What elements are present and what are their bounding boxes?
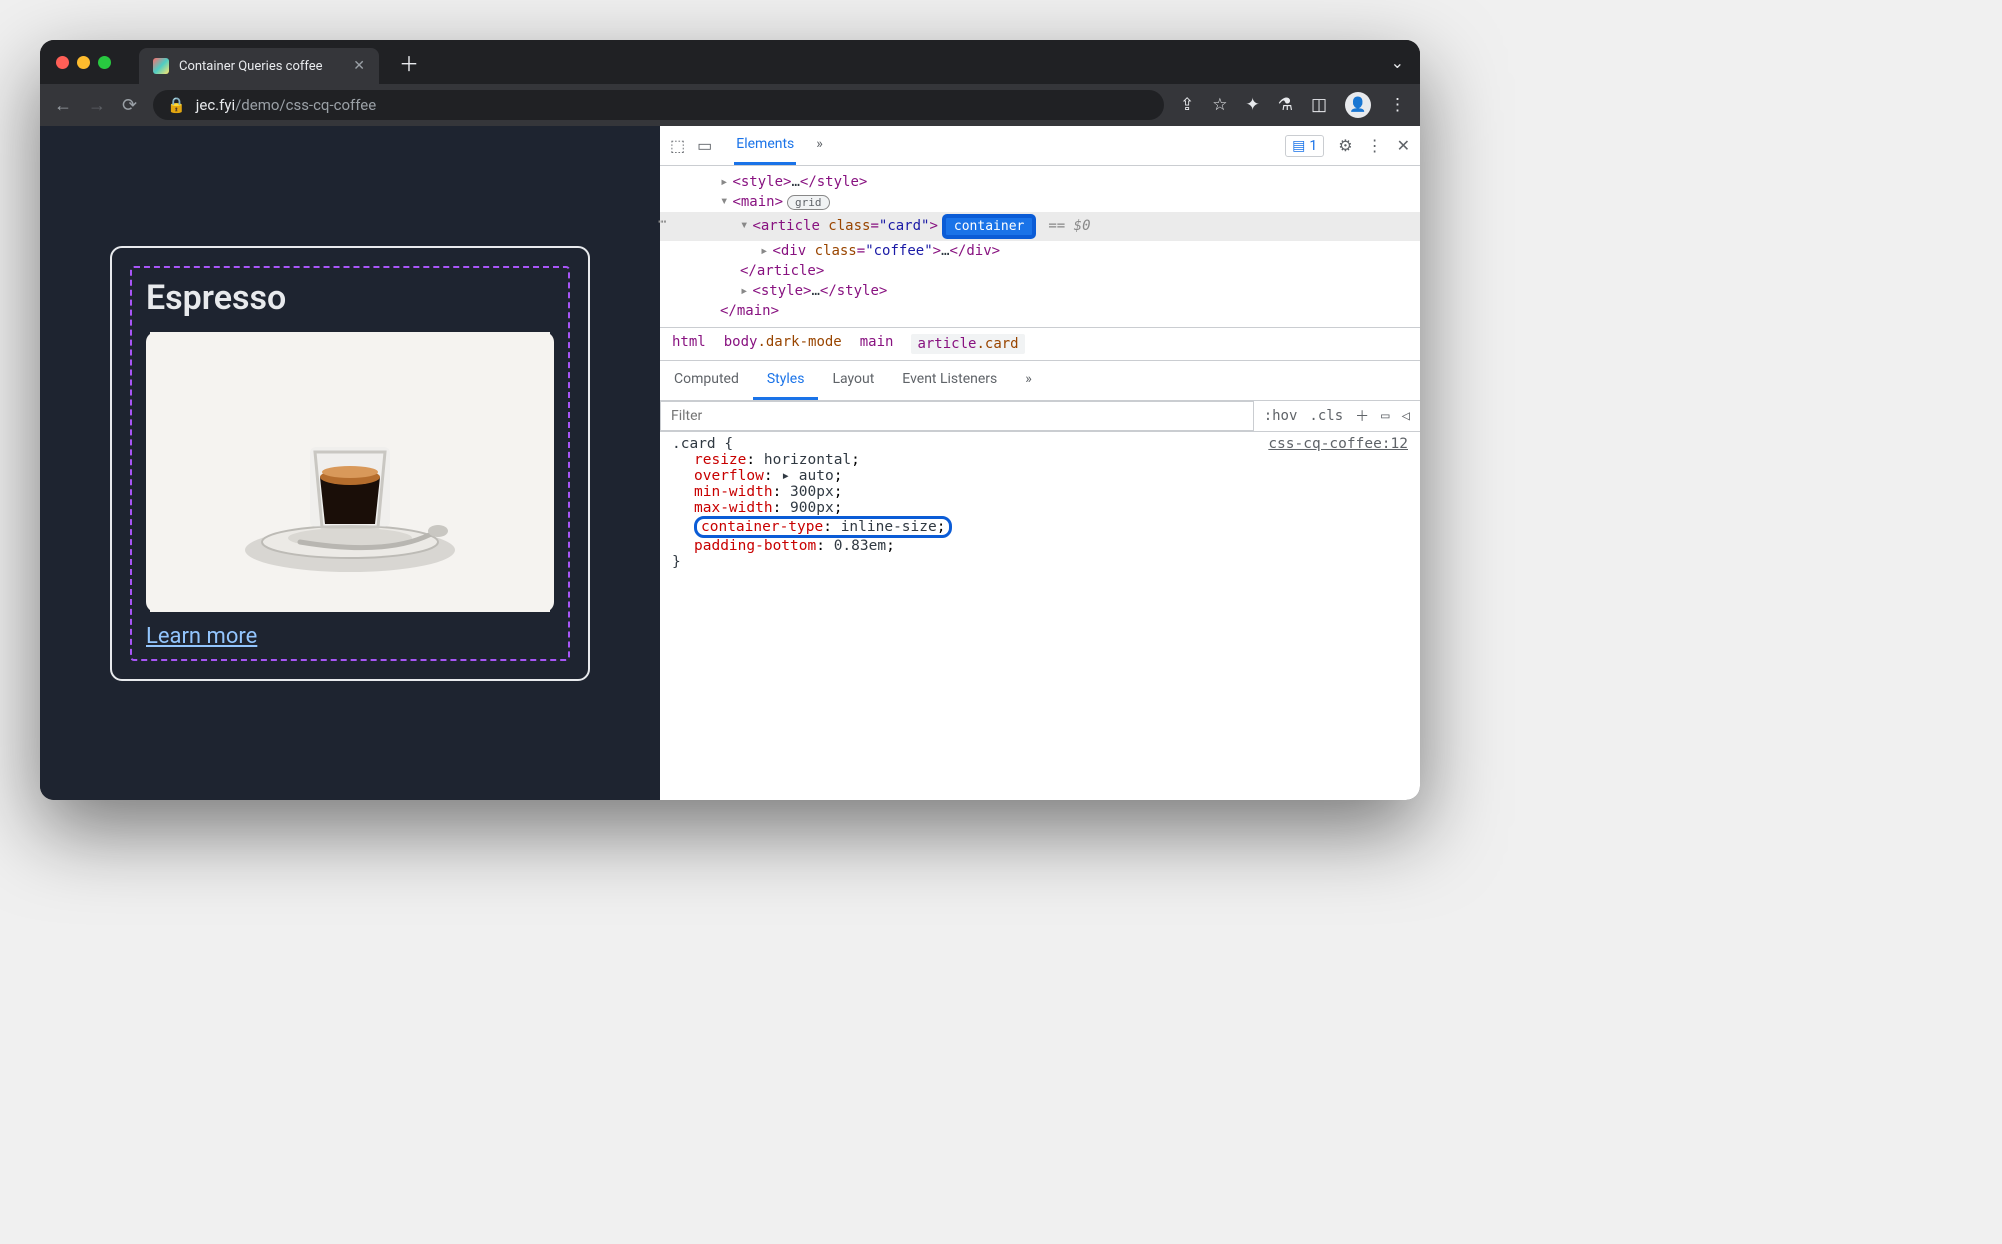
new-tab-button[interactable]: ＋ xyxy=(399,48,419,77)
devtools-close-icon[interactable]: ✕ xyxy=(1397,136,1410,155)
favicon xyxy=(153,58,169,74)
css-declaration[interactable]: max-width: 900px; xyxy=(672,500,1408,516)
css-declaration[interactable]: overflow: ▸ auto; xyxy=(672,468,1408,484)
elements-tab[interactable]: Elements xyxy=(734,126,796,165)
traffic-lights xyxy=(56,56,111,69)
css-source-link[interactable]: css-cq-coffee:12 xyxy=(1268,436,1408,452)
browser-window: Container Queries coffee ✕ ＋ ⌄ ← → ⟳ 🔒 j… xyxy=(40,40,1420,800)
profile-avatar[interactable]: 👤 xyxy=(1345,92,1371,118)
devtools-toolbar: ⬚ ▭ Elements » ▤ 1 ⚙ ⋮ ✕ xyxy=(660,126,1420,166)
inspect-icon[interactable]: ⬚ xyxy=(670,136,685,155)
coffee-image xyxy=(146,332,554,612)
layout-tab[interactable]: Layout xyxy=(818,361,888,400)
dom-node-article-selected[interactable]: ⋯ ▾<article class="card">container== $0 xyxy=(660,212,1420,241)
learn-more-link[interactable]: Learn more xyxy=(146,624,257,649)
cls-toggle[interactable]: .cls xyxy=(1309,408,1343,424)
close-tab-button[interactable]: ✕ xyxy=(353,58,365,74)
styles-subtabs: Computed Styles Layout Event Listeners » xyxy=(660,361,1420,401)
toggle-sidebar-icon[interactable]: ◁ xyxy=(1402,408,1410,424)
lock-icon: 🔒 xyxy=(167,96,186,114)
maximize-window-button[interactable] xyxy=(98,56,111,69)
css-selector[interactable]: .card xyxy=(672,436,716,452)
dom-node-style-2[interactable]: ▸<style>…</style> xyxy=(660,281,1420,301)
dom-node-style[interactable]: ▸<style>…</style> xyxy=(660,172,1420,192)
experiments-icon[interactable]: ⚗ xyxy=(1278,95,1293,115)
share-icon[interactable]: ⇪ xyxy=(1180,95,1194,115)
browser-toolbar: ⇪ ☆ ✦ ⚗ ◫ 👤 ⋮ xyxy=(1180,92,1406,118)
back-button[interactable]: ← xyxy=(54,95,72,116)
devtools-panel: ⬚ ▭ Elements » ▤ 1 ⚙ ⋮ ✕ ▸<style>…</styl… xyxy=(660,126,1420,800)
dom-ellipsis-icon[interactable]: ⋯ xyxy=(658,214,666,230)
styles-more-tabs[interactable]: » xyxy=(1011,361,1046,400)
extensions-icon[interactable]: ✦ xyxy=(1245,95,1259,115)
css-declaration[interactable]: min-width: 300px; xyxy=(672,484,1408,500)
browser-tab[interactable]: Container Queries coffee ✕ xyxy=(139,48,379,84)
forward-button[interactable]: → xyxy=(88,95,106,116)
settings-icon[interactable]: ⚙ xyxy=(1338,136,1352,155)
new-style-rule-icon[interactable]: ＋ xyxy=(1355,406,1369,426)
styles-filter-row: :hov .cls ＋ ▭ ◁ xyxy=(660,401,1420,432)
styles-filter-input[interactable] xyxy=(660,401,1254,431)
grid-badge[interactable]: grid xyxy=(787,195,830,210)
close-window-button[interactable] xyxy=(56,56,69,69)
computed-sidebar-icon[interactable]: ▭ xyxy=(1381,408,1389,424)
title-bar: Container Queries coffee ✕ ＋ ⌄ xyxy=(40,40,1420,84)
sidepanel-icon[interactable]: ◫ xyxy=(1311,95,1327,115)
reload-button[interactable]: ⟳ xyxy=(122,95,137,116)
tab-title: Container Queries coffee xyxy=(179,59,343,74)
device-toggle-icon[interactable]: ▭ xyxy=(697,136,712,155)
breadcrumb-body[interactable]: body.dark-mode xyxy=(724,334,842,354)
issues-badge[interactable]: ▤ 1 xyxy=(1285,135,1324,157)
css-declaration[interactable]: padding-bottom: 0.83em; xyxy=(672,538,1408,554)
hov-toggle[interactable]: :hov xyxy=(1264,408,1298,424)
dom-node-main-close[interactable]: </main> xyxy=(660,301,1420,321)
dom-node-article-close[interactable]: </article> xyxy=(660,261,1420,281)
url-path: /demo/css-cq-coffee xyxy=(235,96,376,114)
url-input[interactable]: 🔒 jec.fyi/demo/css-cq-coffee xyxy=(153,90,1164,120)
url-domain: jec.fyi xyxy=(196,96,235,114)
browser-menu-icon[interactable]: ⋮ xyxy=(1389,95,1406,115)
breadcrumb-main[interactable]: main xyxy=(860,334,894,354)
css-declaration[interactable]: resize: horizontal; xyxy=(672,452,1408,468)
card-title: Espresso xyxy=(146,278,554,318)
devtools-main-tabs: Elements » xyxy=(734,126,825,165)
more-tabs-button[interactable]: » xyxy=(814,126,825,165)
page-viewport: Espresso xyxy=(40,126,660,800)
content-area: Espresso xyxy=(40,126,1420,800)
container-badge[interactable]: container xyxy=(942,214,1036,239)
dom-tree[interactable]: ▸<style>…</style> ▾<main>grid ⋯ ▾<articl… xyxy=(660,166,1420,327)
breadcrumb-article[interactable]: article.card xyxy=(911,334,1024,354)
card-inner-overlay: Espresso xyxy=(130,266,570,661)
console-ref: == $0 xyxy=(1048,218,1090,234)
bookmark-icon[interactable]: ☆ xyxy=(1212,95,1227,115)
tab-overflow-button[interactable]: ⌄ xyxy=(1391,53,1404,72)
dom-node-main[interactable]: ▾<main>grid xyxy=(660,192,1420,212)
address-bar: ← → ⟳ 🔒 jec.fyi/demo/css-cq-coffee ⇪ ☆ ✦… xyxy=(40,84,1420,126)
styles-rules[interactable]: .card { css-cq-coffee:12 resize: horizon… xyxy=(660,432,1420,800)
dom-breadcrumb: html body.dark-mode main article.card xyxy=(660,327,1420,361)
dom-node-div[interactable]: ▸<div class="coffee">…</div> xyxy=(660,241,1420,261)
styles-tab[interactable]: Styles xyxy=(753,361,819,400)
breadcrumb-html[interactable]: html xyxy=(672,334,706,354)
espresso-illustration xyxy=(146,332,554,612)
card: Espresso xyxy=(110,246,590,681)
computed-tab[interactable]: Computed xyxy=(660,361,753,400)
css-declaration[interactable]: container-type: inline-size; xyxy=(672,516,1408,538)
event-listeners-tab[interactable]: Event Listeners xyxy=(888,361,1011,400)
minimize-window-button[interactable] xyxy=(77,56,90,69)
devtools-menu-icon[interactable]: ⋮ xyxy=(1367,136,1383,155)
